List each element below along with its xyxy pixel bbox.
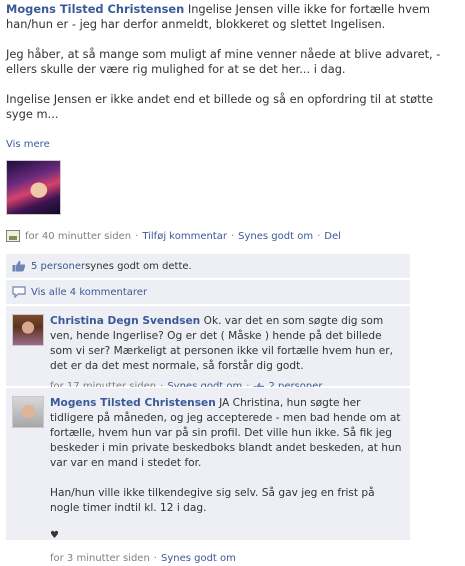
share-link[interactable]: Del — [324, 231, 341, 242]
post-author-link[interactable]: Mogens Tilsted Christensen — [6, 2, 184, 16]
comment-author-link[interactable]: Christina Degn Svendsen — [50, 315, 200, 327]
add-comment-link[interactable]: Tilføj kommentar — [142, 231, 227, 242]
view-all-comments-row[interactable]: Vis alle 4 kommentarer — [6, 280, 410, 304]
thumbs-up-icon — [12, 260, 26, 272]
avatar[interactable] — [12, 314, 44, 346]
comment-body: Mogens Tilsted Christensen JA Christina,… — [50, 396, 404, 566]
comment: Christina Degn Svendsen Ok. var det en s… — [6, 306, 410, 392]
see-more-link[interactable]: Vis mere — [6, 139, 50, 150]
post: Mogens Tilsted Christensen Ingelise Jens… — [6, 2, 458, 137]
like-link[interactable]: Synes godt om — [238, 231, 313, 242]
post-paragraph-3: Ingelise Jensen er ikke andet end et bil… — [6, 92, 434, 121]
comment-body: Christina Degn Svendsen Ok. var det en s… — [50, 314, 404, 394]
photo-icon — [6, 230, 20, 242]
comment-timestamp: for 3 minutter siden — [50, 553, 150, 564]
likes-suffix: synes godt om dette. — [85, 260, 192, 272]
post-paragraph-2: Jeg håber, at så mange som muligt af min… — [6, 47, 441, 76]
comment-text-2: Han/hun ville ikke tilkendegive sig selv… — [50, 487, 375, 514]
comment-author-link[interactable]: Mogens Tilsted Christensen — [50, 397, 216, 409]
heart-icon: ♥ — [50, 530, 59, 541]
avatar[interactable] — [12, 396, 44, 428]
meta-separator: · — [135, 230, 139, 242]
likes-count-link[interactable]: 5 personer — [31, 261, 85, 272]
meta-separator: · — [317, 230, 321, 242]
likes-summary: 5 personer synes godt om dette. — [6, 254, 410, 278]
post-photo-thumbnail[interactable] — [6, 160, 61, 215]
comment: Mogens Tilsted Christensen JA Christina,… — [6, 388, 410, 564]
comment-like-link[interactable]: Synes godt om — [161, 551, 236, 566]
post-timestamp: for 40 minutter siden — [25, 230, 132, 242]
comment-icon — [12, 286, 26, 298]
meta-separator: · — [153, 553, 157, 564]
meta-separator: · — [230, 230, 235, 242]
view-all-comments-link[interactable]: Vis alle 4 kommentarer — [31, 287, 147, 298]
post-meta-row: for 40 minutter siden · Tilføj kommentar… — [6, 230, 341, 242]
comment-meta: for 3 minutter siden · Synes godt om — [50, 551, 404, 566]
post-body: Mogens Tilsted Christensen Ingelise Jens… — [6, 2, 458, 122]
